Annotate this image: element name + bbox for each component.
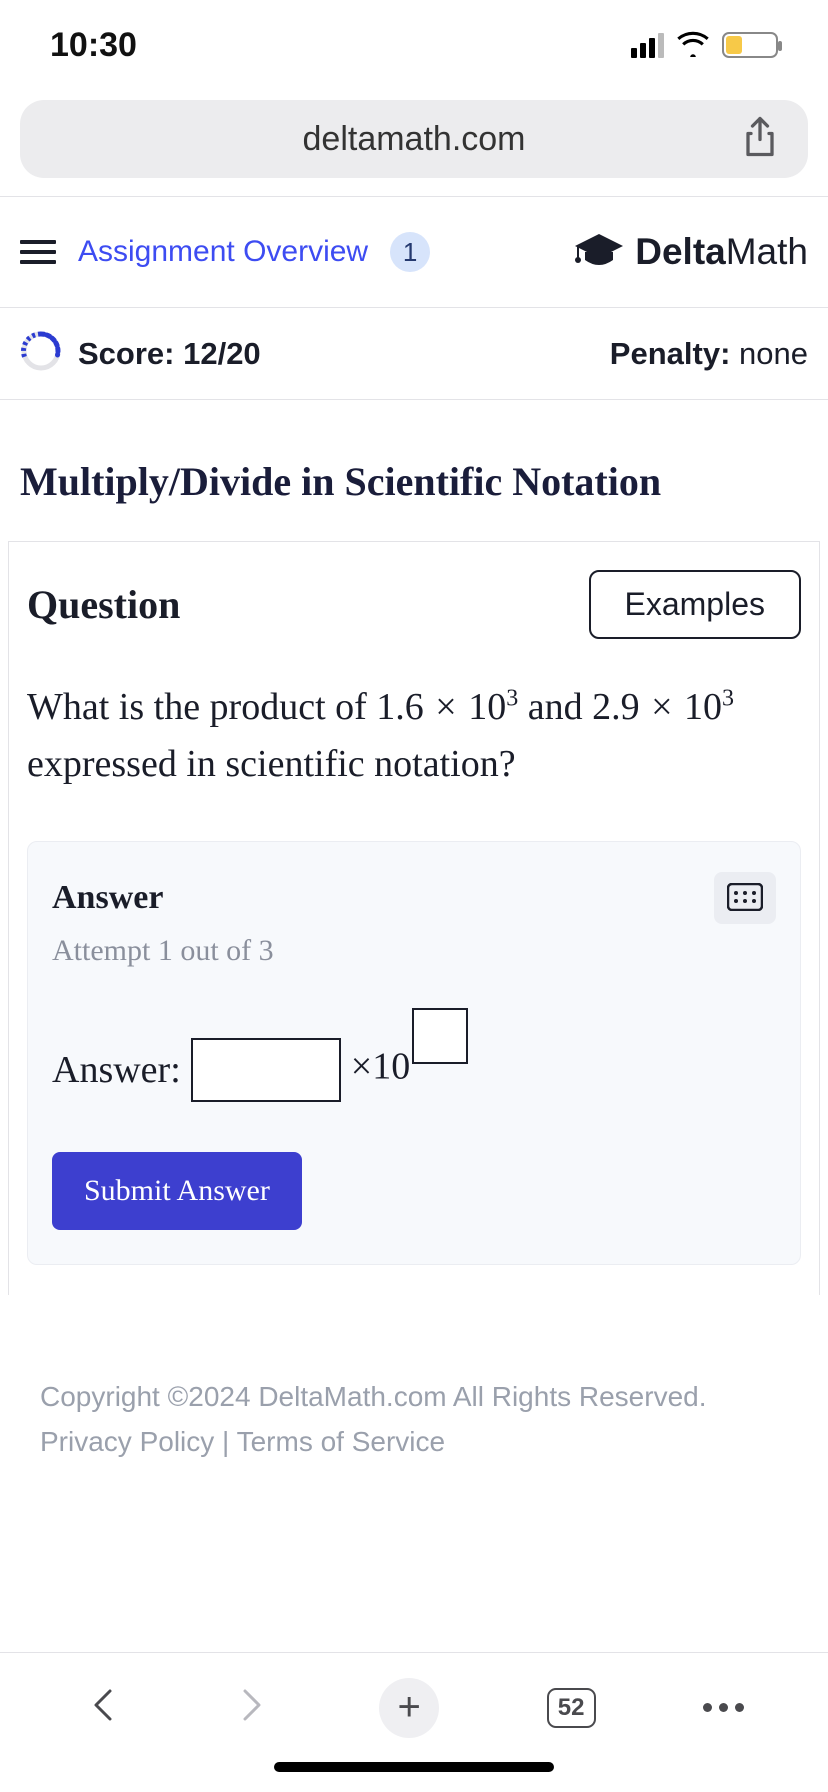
question-label: Question: [27, 581, 180, 628]
main-content: Multiply/Divide in Scientific Notation Q…: [0, 400, 828, 1652]
question-header: Question Examples: [27, 570, 801, 639]
times-ten-label: ×10: [351, 1046, 410, 1088]
status-icons: [631, 29, 778, 62]
answer-prompt: Answer:: [52, 1048, 181, 1092]
score-bar: Score: 12/20 Penalty: none: [0, 308, 828, 400]
question-text: What is the product of 1.6 × 103 and 2.9…: [27, 679, 801, 793]
progress-spinner-icon: [20, 330, 62, 377]
coefficient-input[interactable]: [191, 1038, 341, 1102]
tabs-button[interactable]: 52: [547, 1688, 596, 1728]
answer-label: Answer: [52, 879, 163, 917]
forward-button[interactable]: [231, 1685, 271, 1730]
question-card: Question Examples What is the product of…: [8, 541, 820, 1295]
browser-toolbar: + 52: [0, 1652, 828, 1762]
penalty-text: Penalty: none: [610, 336, 808, 372]
footer: Copyright ©2024 DeltaMath.com All Rights…: [0, 1295, 828, 1485]
battery-icon: [722, 32, 778, 58]
app-header: Assignment Overview 1 DeltaMath: [0, 196, 828, 308]
home-indicator[interactable]: [0, 1762, 828, 1792]
keyboard-button[interactable]: [714, 872, 776, 924]
cellular-signal-icon: [631, 33, 664, 58]
exponent-input[interactable]: [412, 1008, 468, 1064]
more-menu-icon[interactable]: [703, 1703, 744, 1712]
privacy-policy-link[interactable]: Privacy Policy: [40, 1426, 214, 1457]
address-bar[interactable]: deltamath.com: [20, 100, 808, 178]
graduation-cap-icon: [573, 230, 625, 275]
status-time: 10:30: [50, 26, 137, 65]
score-text: Score: 12/20: [78, 336, 261, 372]
back-button[interactable]: [84, 1685, 124, 1730]
browser-address-area: deltamath.com: [0, 100, 828, 178]
wifi-icon: [676, 29, 710, 62]
answer-card: Answer Attempt 1 out of 3 Answer: ×10 Su…: [27, 841, 801, 1265]
share-icon[interactable]: [742, 116, 778, 163]
copyright-text: Copyright ©2024 DeltaMath.com All Rights…: [40, 1375, 800, 1420]
ios-status-bar: 10:30: [0, 0, 828, 100]
logo-text: DeltaMath: [635, 231, 808, 273]
keyboard-icon: [727, 883, 763, 914]
overview-count-badge: 1: [390, 232, 430, 272]
topic-title: Multiply/Divide in Scientific Notation: [0, 400, 828, 541]
deltamath-logo[interactable]: DeltaMath: [573, 230, 808, 275]
submit-answer-button[interactable]: Submit Answer: [52, 1152, 302, 1230]
assignment-overview-link[interactable]: Assignment Overview: [78, 235, 368, 269]
terms-link[interactable]: Terms of Service: [237, 1426, 446, 1457]
hamburger-icon[interactable]: [20, 240, 56, 264]
new-tab-button[interactable]: +: [379, 1678, 439, 1738]
address-url: deltamath.com: [303, 120, 526, 159]
attempt-text: Attempt 1 out of 3: [52, 934, 776, 968]
answer-header: Answer: [52, 872, 776, 924]
examples-button[interactable]: Examples: [589, 570, 802, 639]
answer-input-row: Answer: ×10: [52, 1038, 776, 1102]
